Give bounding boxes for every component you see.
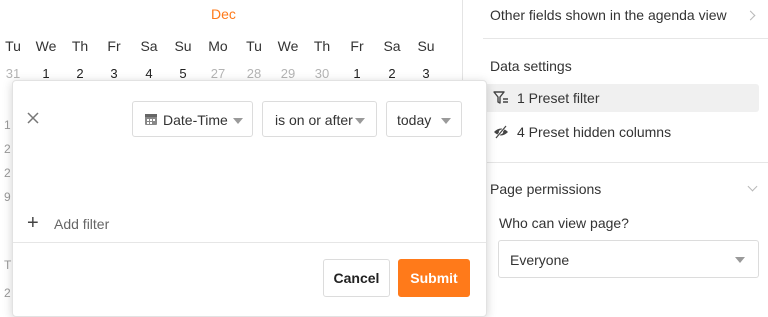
add-filter-label: Add filter bbox=[54, 216, 110, 232]
value-select-value: today bbox=[397, 112, 432, 128]
cancel-button[interactable]: Cancel bbox=[323, 259, 390, 297]
other-fields-label: Other fields shown in the agenda view bbox=[490, 7, 727, 23]
close-icon[interactable] bbox=[26, 111, 40, 125]
date-cell[interactable]: 27 bbox=[201, 66, 235, 81]
divider bbox=[483, 162, 768, 163]
filter-popover: Date-Time is on or after today + Add fil… bbox=[12, 80, 487, 317]
who-can-view-label: Who can view page? bbox=[499, 215, 629, 231]
date-cell[interactable]: 28 bbox=[237, 66, 271, 81]
date-cell-edge: 1 bbox=[4, 118, 11, 132]
date-cell[interactable]: 5 bbox=[166, 66, 200, 81]
weekday-label: Su bbox=[174, 38, 192, 54]
page-permissions-section[interactable]: Page permissions bbox=[483, 170, 768, 204]
weekday-label: Th bbox=[313, 38, 331, 54]
eye-slash-icon bbox=[494, 125, 508, 139]
settings-panel: Other fields shown in the agenda view Da… bbox=[463, 0, 768, 305]
caret-down-icon bbox=[233, 118, 243, 124]
caret-down-icon bbox=[735, 257, 745, 263]
page-permissions-title: Page permissions bbox=[490, 181, 602, 197]
date-cell[interactable]: 1 bbox=[340, 66, 374, 81]
weekday-label: Fr bbox=[107, 38, 121, 54]
weekday-label: We bbox=[277, 38, 299, 54]
preset-hidden-label: 4 Preset hidden columns bbox=[517, 124, 672, 140]
weekday-label: Tu bbox=[246, 38, 262, 54]
date-cell-edge: T bbox=[4, 258, 12, 272]
divider bbox=[13, 242, 486, 243]
other-fields-row[interactable]: Other fields shown in the agenda view bbox=[483, 0, 768, 32]
weekday-label: Sa bbox=[140, 38, 158, 54]
chevron-down-icon bbox=[747, 181, 758, 192]
preset-hidden-columns-button[interactable]: 4 Preset hidden columns bbox=[483, 118, 759, 146]
who-can-view-value: Everyone bbox=[510, 252, 570, 268]
column-select[interactable]: Date-Time bbox=[132, 101, 253, 137]
weekday-label: Su bbox=[417, 38, 435, 54]
date-cell[interactable]: 1 bbox=[29, 66, 63, 81]
weekday-label: We bbox=[35, 38, 57, 54]
plus-icon: + bbox=[27, 212, 39, 234]
date-cell[interactable]: 29 bbox=[271, 66, 305, 81]
filter-icon bbox=[493, 91, 508, 104]
date-cell[interactable]: 2 bbox=[63, 66, 97, 81]
data-settings-title: Data settings bbox=[490, 58, 572, 74]
date-cell-edge: 2 bbox=[4, 166, 11, 180]
chevron-right-icon bbox=[745, 10, 756, 21]
date-cell[interactable]: 3 bbox=[409, 66, 443, 81]
date-cell[interactable]: 30 bbox=[305, 66, 339, 81]
date-cell[interactable]: 31 bbox=[0, 66, 30, 81]
value-select[interactable]: today bbox=[386, 101, 462, 137]
weekday-label: Mo bbox=[208, 38, 228, 54]
divider bbox=[483, 38, 768, 39]
operator-select-value: is on or after bbox=[275, 112, 353, 128]
who-can-view-select[interactable]: Everyone bbox=[498, 240, 759, 278]
date-cell-edge: 2 bbox=[4, 286, 11, 300]
weekday-label: Th bbox=[71, 38, 89, 54]
calendar-icon bbox=[145, 114, 157, 125]
date-cell[interactable]: 3 bbox=[97, 66, 131, 81]
preset-filter-label: 1 Preset filter bbox=[517, 90, 600, 106]
column-select-value: Date-Time bbox=[163, 112, 228, 128]
weekday-label: Fr bbox=[350, 38, 364, 54]
submit-button[interactable]: Submit bbox=[398, 259, 470, 297]
caret-down-icon bbox=[355, 118, 365, 124]
date-cell-edge: 2 bbox=[4, 142, 11, 156]
preset-filter-button[interactable]: 1 Preset filter bbox=[483, 84, 759, 112]
date-cell[interactable]: 2 bbox=[375, 66, 409, 81]
date-cell[interactable]: 4 bbox=[132, 66, 166, 81]
weekday-label: Tu bbox=[5, 38, 21, 54]
date-cell-edge: 9 bbox=[4, 190, 11, 204]
month-label: Dec bbox=[211, 6, 236, 22]
caret-down-icon bbox=[441, 118, 451, 124]
operator-select[interactable]: is on or after bbox=[262, 101, 377, 137]
weekday-label: Sa bbox=[383, 38, 401, 54]
